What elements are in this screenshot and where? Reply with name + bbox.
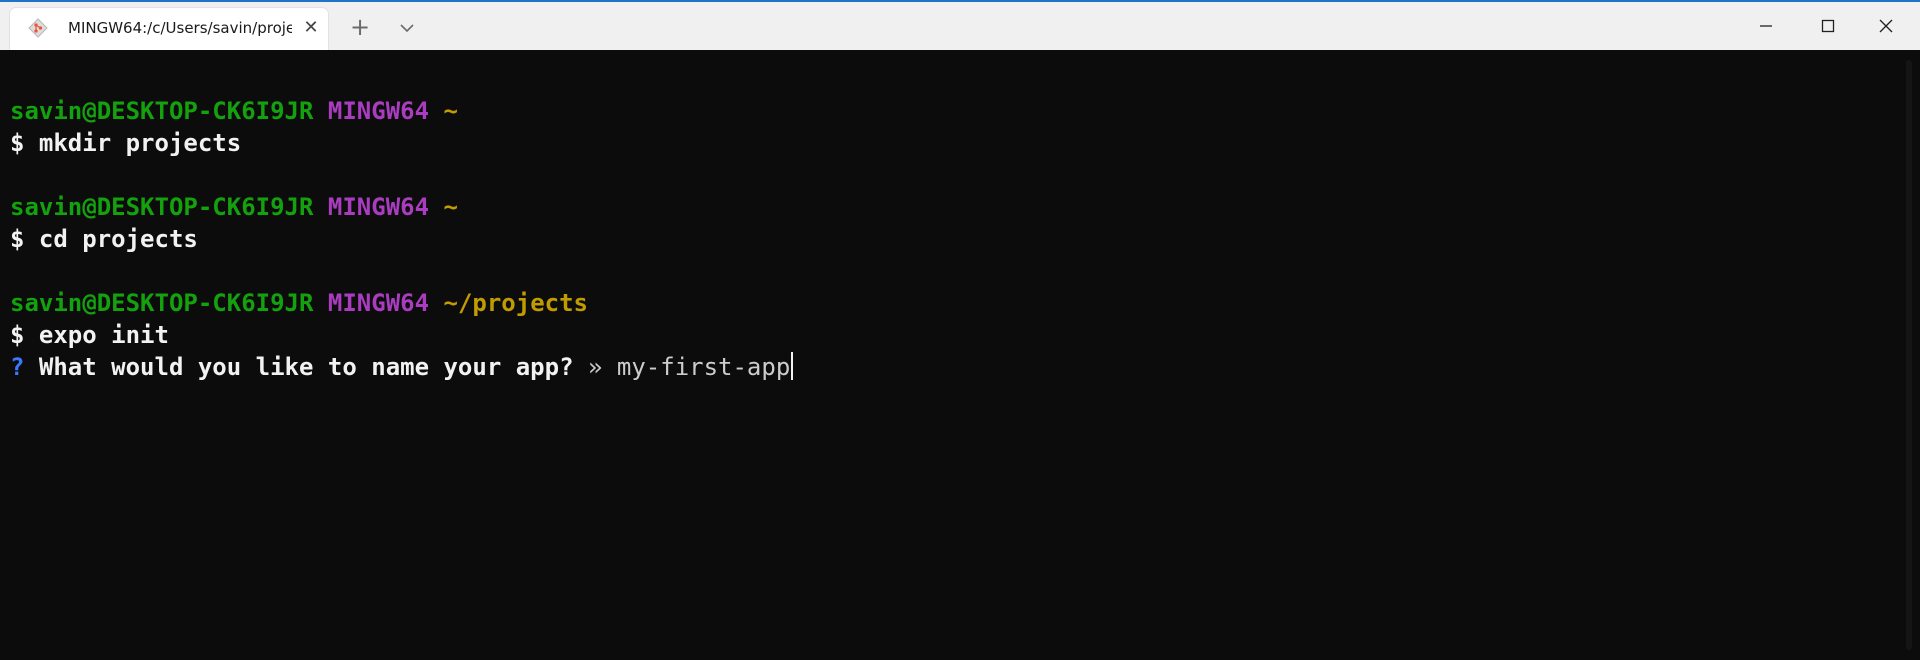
tab-dropdown-button[interactable] — [394, 15, 420, 41]
tab-close-button[interactable]: ✕ — [299, 16, 323, 40]
prompt-path: ~ — [443, 193, 458, 221]
maximize-button[interactable] — [1800, 6, 1856, 46]
question-mark: ? — [10, 353, 25, 381]
text-cursor — [791, 352, 794, 380]
prompt-line: savin@DESKTOP-CK6I9JR MINGW64 ~ — [10, 95, 458, 127]
new-tab-button[interactable]: + — [346, 14, 374, 42]
minimize-icon — [1760, 25, 1772, 27]
scrollbar-track[interactable] — [1906, 60, 1912, 650]
prompt-user-host: savin@DESKTOP-CK6I9JR — [10, 193, 314, 221]
command-line: $ expo init — [10, 321, 169, 349]
prompt-user-host: savin@DESKTOP-CK6I9JR — [10, 289, 314, 317]
prompt-user-host: savin@DESKTOP-CK6I9JR — [10, 97, 314, 125]
close-window-button[interactable] — [1858, 6, 1914, 46]
title-bar[interactable]: MINGW64:/c/Users/savin/projects ✕ + — [0, 2, 1920, 50]
tab-mingw64[interactable]: MINGW64:/c/Users/savin/projects ✕ — [10, 8, 328, 50]
prompt-path: ~ — [443, 97, 458, 125]
maximize-icon — [1821, 19, 1835, 33]
command-line: $ cd projects — [10, 225, 198, 253]
prompt-shell: MINGW64 — [327, 289, 430, 317]
tab-title: MINGW64:/c/Users/savin/projects — [68, 19, 292, 37]
close-icon — [1879, 19, 1893, 33]
chevron-down-icon — [400, 24, 414, 33]
terminal-output[interactable]: savin@DESKTOP-CK6I9JR MINGW64 ~ $ mkdir … — [0, 50, 1898, 660]
terminal-window: MINGW64:/c/Users/savin/projects ✕ + — [0, 0, 1920, 660]
question-separator: » — [587, 353, 603, 381]
prompt-shell: MINGW64 — [327, 193, 430, 221]
answer-input[interactable]: my-first-app — [617, 353, 790, 381]
git-bash-icon — [28, 18, 48, 38]
prompt-shell: MINGW64 — [327, 97, 430, 125]
prompt-path: ~/projects — [443, 289, 589, 317]
question-line: ? What would you like to name your app? … — [10, 351, 794, 383]
prompt-line: savin@DESKTOP-CK6I9JR MINGW64 ~/projects — [10, 287, 588, 319]
question-text: What would you like to name your app? — [38, 353, 574, 381]
prompt-line: savin@DESKTOP-CK6I9JR MINGW64 ~ — [10, 191, 458, 223]
command-line: $ mkdir projects — [10, 129, 242, 157]
minimize-button[interactable] — [1738, 6, 1794, 46]
